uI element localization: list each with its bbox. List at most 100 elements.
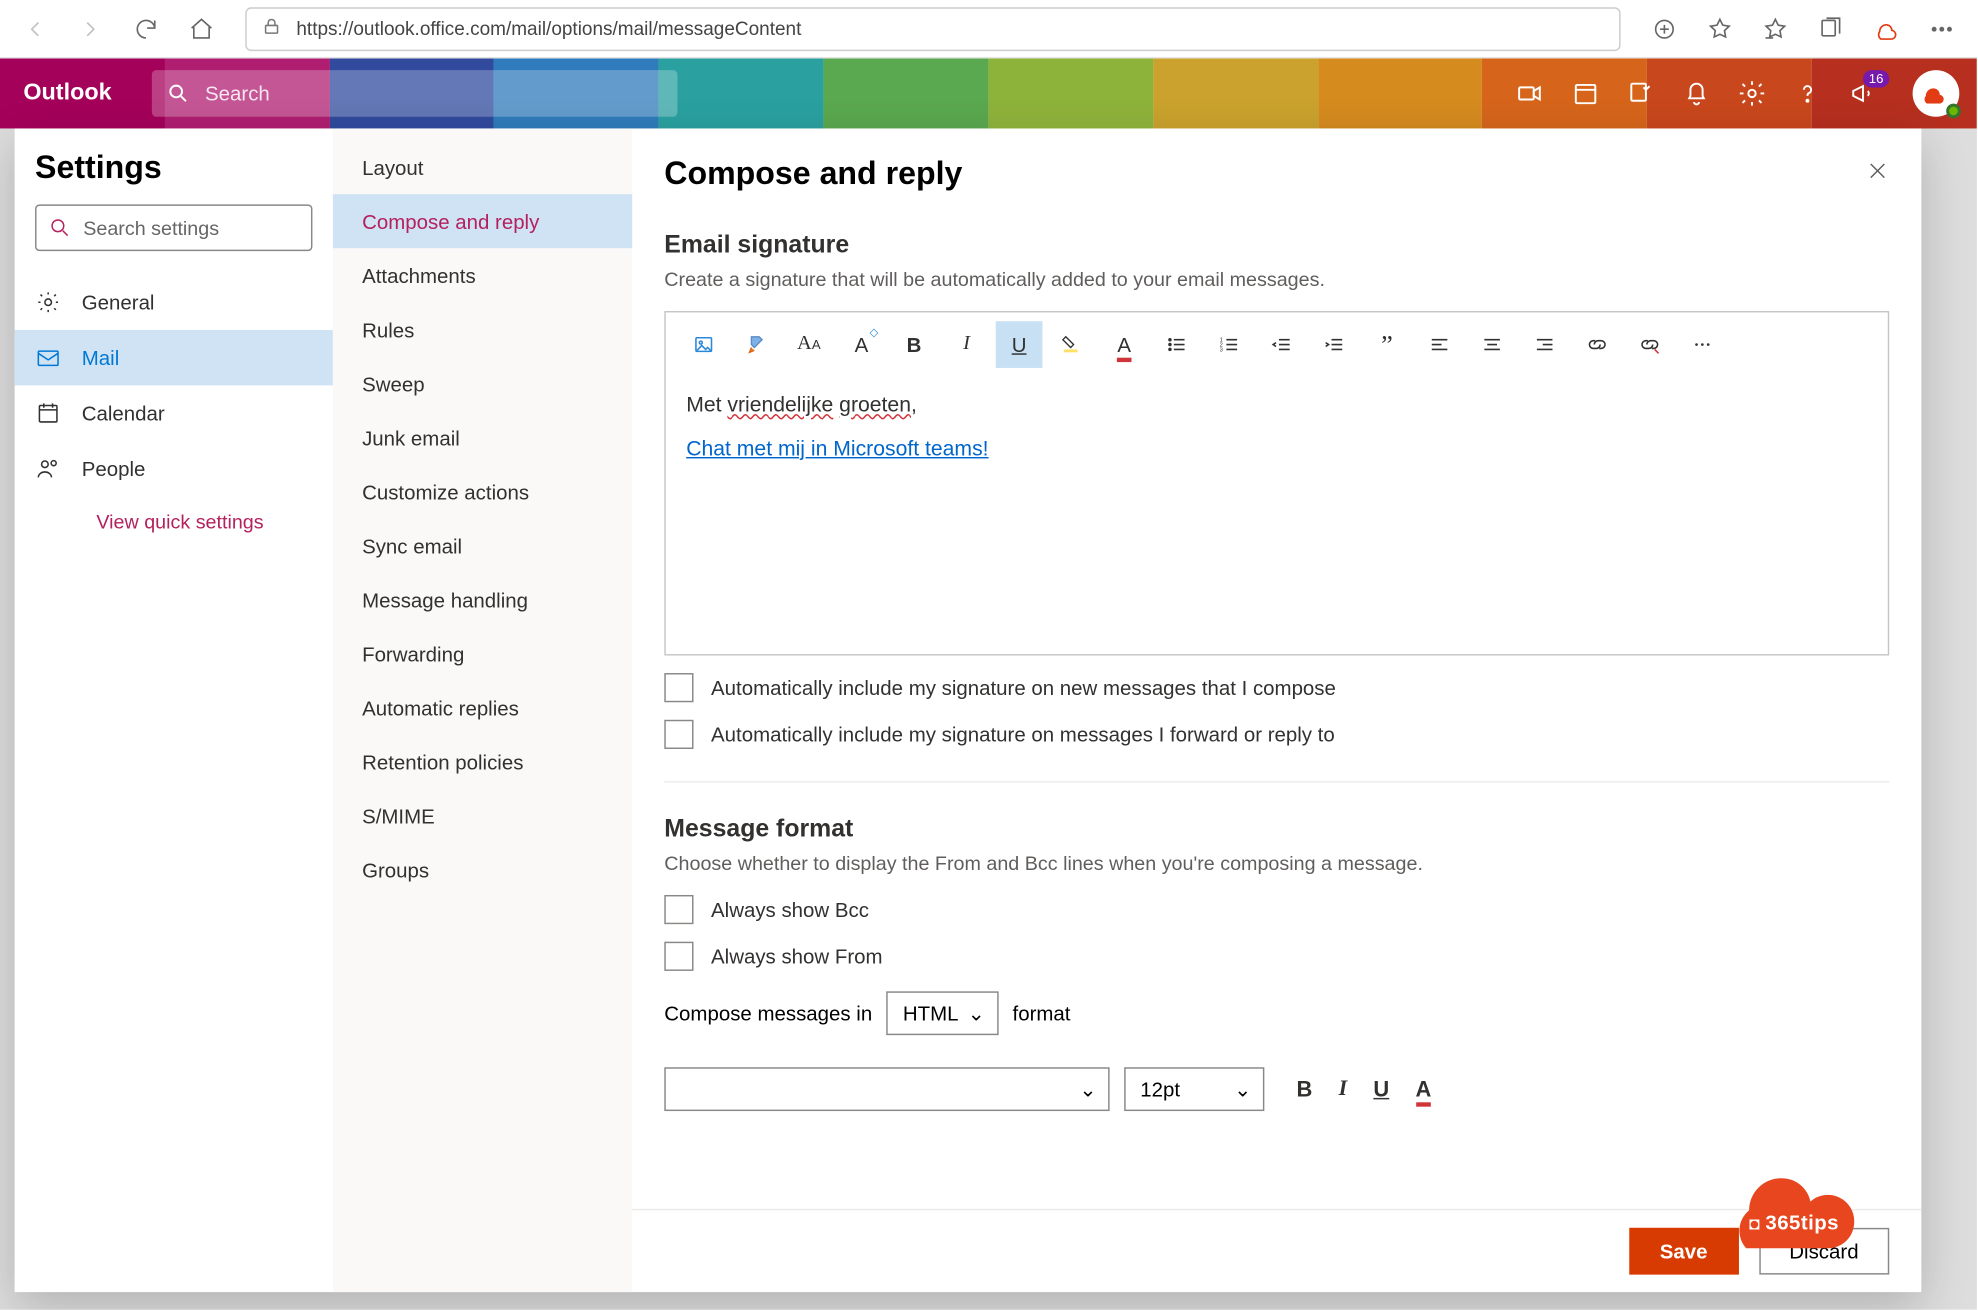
align-right-icon[interactable] — [1521, 321, 1568, 368]
my-day-icon[interactable] — [1571, 79, 1600, 108]
format-painter-icon[interactable] — [733, 321, 780, 368]
help-icon[interactable] — [1793, 79, 1822, 108]
italic-icon[interactable]: I — [943, 321, 990, 368]
settings-content: Compose and reply Email signature Create… — [632, 128, 1921, 1292]
lock-icon — [261, 16, 281, 41]
close-panel-button[interactable] — [1866, 158, 1889, 189]
default-font-color-button[interactable]: A — [1416, 1077, 1432, 1102]
align-center-icon[interactable] — [1469, 321, 1516, 368]
numbering-icon[interactable]: 123 — [1206, 321, 1253, 368]
signature-editor: AA A◇ B I U A 123 ” — [664, 311, 1889, 656]
signature-link[interactable]: Chat met mij in Microsoft teams! — [686, 438, 988, 461]
settings-search-placeholder: Search settings — [83, 217, 219, 239]
underline-icon[interactable]: U — [996, 321, 1043, 368]
always-show-from-checkbox-row[interactable]: Always show From — [664, 942, 1889, 971]
message-format-helper: Choose whether to display the From and B… — [664, 853, 1889, 875]
announce-icon[interactable]: 16 — [1848, 79, 1877, 108]
nav-back-button[interactable] — [12, 5, 59, 52]
more-formatting-icon[interactable] — [1679, 321, 1726, 368]
subnav-forwarding[interactable]: Forwarding — [333, 626, 632, 680]
page-title: Compose and reply — [664, 155, 962, 193]
checkbox-icon[interactable] — [664, 942, 693, 971]
extension-icon[interactable] — [1863, 5, 1910, 52]
signature-section-heading: Email signature — [664, 231, 1889, 260]
account-avatar[interactable] — [1913, 70, 1960, 117]
add-page-icon[interactable] — [1641, 5, 1688, 52]
bullets-icon[interactable] — [1153, 321, 1200, 368]
subnav-message-handling[interactable]: Message handling — [333, 572, 632, 626]
svg-text:3: 3 — [1220, 347, 1223, 353]
signature-textarea[interactable]: Met vriendelijke groeten, Chat met mij i… — [666, 377, 1888, 654]
editor-toolbar: AA A◇ B I U A 123 ” — [666, 312, 1888, 376]
settings-item-general[interactable]: General — [15, 274, 333, 329]
remove-link-icon[interactable] — [1626, 321, 1673, 368]
subnav-retention[interactable]: Retention policies — [333, 734, 632, 788]
presence-indicator — [1946, 104, 1961, 119]
default-underline-button[interactable]: U — [1373, 1077, 1389, 1102]
subnav-compose-reply[interactable]: Compose and reply — [333, 194, 632, 248]
chevron-down-icon: ⌄ — [1234, 1077, 1251, 1102]
collections-icon[interactable] — [1807, 5, 1854, 52]
insert-image-icon[interactable] — [680, 321, 727, 368]
favorites-list-icon[interactable] — [1752, 5, 1799, 52]
checkbox-icon[interactable] — [664, 895, 693, 924]
subnav-automatic-replies[interactable]: Automatic replies — [333, 680, 632, 734]
always-show-bcc-checkbox-row[interactable]: Always show Bcc — [664, 895, 1889, 924]
subnav-attachments[interactable]: Attachments — [333, 248, 632, 302]
subnav-sync-email[interactable]: Sync email — [333, 518, 632, 572]
home-button[interactable] — [178, 5, 225, 52]
outdent-icon[interactable] — [1259, 321, 1306, 368]
font-size-icon[interactable]: A◇ — [838, 321, 885, 368]
message-format-heading: Message format — [664, 815, 1889, 844]
notif-badge: 16 — [1863, 70, 1889, 88]
checkbox-icon[interactable] — [664, 673, 693, 702]
settings-title: Settings — [15, 149, 333, 204]
reload-button[interactable] — [123, 5, 170, 52]
default-italic-button[interactable]: I — [1339, 1077, 1348, 1102]
settings-item-calendar[interactable]: Calendar — [15, 385, 333, 440]
subnav-layout[interactable]: Layout — [333, 140, 632, 194]
favorite-star-icon[interactable] — [1697, 5, 1744, 52]
settings-search[interactable]: Search settings — [35, 204, 312, 251]
quote-icon[interactable]: ” — [1364, 321, 1411, 368]
tips-icon[interactable] — [1626, 79, 1655, 108]
address-bar[interactable]: https://outlook.office.com/mail/options/… — [245, 7, 1620, 51]
subnav-rules[interactable]: Rules — [333, 302, 632, 356]
default-font-size-select[interactable]: 12pt⌄ — [1124, 1067, 1264, 1111]
default-font-select[interactable]: ⌄ — [664, 1067, 1109, 1111]
subnav-smime[interactable]: S/MIME — [333, 788, 632, 842]
watermark-logo: ◘ 365tips — [1705, 1155, 1880, 1260]
bold-icon[interactable]: B — [891, 321, 938, 368]
nav-forward-button[interactable] — [67, 5, 114, 52]
view-quick-settings-link[interactable]: View quick settings — [15, 496, 333, 533]
global-search[interactable] — [152, 70, 678, 117]
compose-in-label-pre: Compose messages in — [664, 1002, 872, 1025]
settings-item-mail[interactable]: Mail — [15, 330, 333, 385]
browser-menu-icon[interactable] — [1918, 5, 1965, 52]
indent-icon[interactable] — [1311, 321, 1358, 368]
default-bold-button[interactable]: B — [1296, 1077, 1312, 1102]
subnav-groups[interactable]: Groups — [333, 842, 632, 896]
settings-panel: Settings Search settings General Mail Ca… — [15, 128, 1922, 1292]
compose-format-select[interactable]: HTML⌄ — [887, 991, 998, 1035]
insert-link-icon[interactable] — [1574, 321, 1621, 368]
align-left-icon[interactable] — [1416, 321, 1463, 368]
notifications-icon[interactable] — [1682, 79, 1711, 108]
url-text: https://outlook.office.com/mail/options/… — [296, 18, 801, 40]
font-family-icon[interactable]: AA — [785, 321, 832, 368]
settings-item-people[interactable]: People — [15, 441, 333, 496]
settings-nav: Settings Search settings General Mail Ca… — [15, 128, 333, 1292]
subnav-sweep[interactable]: Sweep — [333, 356, 632, 410]
settings-gear-icon[interactable] — [1737, 79, 1766, 108]
sig-on-reply-checkbox-row[interactable]: Automatically include my signature on me… — [664, 720, 1889, 749]
global-search-input[interactable] — [205, 82, 663, 105]
meet-now-icon[interactable] — [1515, 79, 1544, 108]
checkbox-icon[interactable] — [664, 720, 693, 749]
subnav-customize-actions[interactable]: Customize actions — [333, 464, 632, 518]
chevron-down-icon: ⌄ — [968, 1001, 985, 1026]
subnav-junk[interactable]: Junk email — [333, 410, 632, 464]
font-color-icon[interactable]: A — [1101, 321, 1148, 368]
sig-on-new-checkbox-row[interactable]: Automatically include my signature on ne… — [664, 673, 1889, 702]
highlight-icon[interactable] — [1048, 321, 1095, 368]
app-brand: Outlook — [23, 80, 111, 106]
